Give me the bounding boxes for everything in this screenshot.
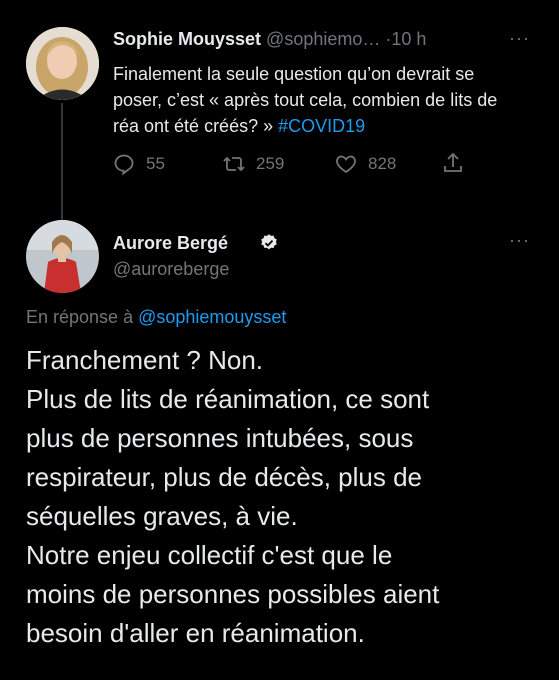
share-icon (444, 152, 462, 172)
reply-icon (114, 154, 134, 176)
hashtag-link[interactable]: #COVID19 (278, 116, 365, 136)
main-tweet[interactable]: Aurore Bergé @auroreberge ··· En réponse… (0, 200, 559, 680)
author-handle[interactable]: @auroreberge (113, 258, 229, 280)
tweet-text: Finalement la seule question qu’on devra… (113, 61, 525, 139)
tweet-line: Franchement ? Non. (26, 345, 264, 375)
reply-context: En réponse à @sophiemouysset (26, 306, 286, 328)
tweet-line: moins de personnes possibles aient (26, 579, 440, 609)
verified-badge-icon (259, 233, 279, 253)
tweet-text: Franchement ? Non. Plus de lits de réani… (26, 341, 546, 653)
avatar-sophie[interactable] (26, 27, 99, 100)
more-icon[interactable]: ··· (509, 230, 530, 251)
parent-tweet[interactable]: Sophie Mouysset @sophiemo… ·10 h ··· Fin… (0, 0, 559, 222)
tweet-line: séquelles graves, à vie. (26, 501, 298, 531)
author-name[interactable]: Aurore Bergé (113, 232, 228, 254)
action-like[interactable]: 828 (334, 152, 396, 176)
avatar-image (26, 27, 99, 100)
action-reply[interactable]: 55 (112, 152, 165, 176)
tweet-line: plus de personnes intubées, sous (26, 423, 414, 453)
avatar-image (26, 220, 99, 293)
action-retweet[interactable]: 259 (222, 152, 284, 176)
timestamp[interactable]: 10 h (391, 29, 426, 49)
tweet-line: besoin d'aller en réanimation. (26, 618, 365, 648)
like-icon (336, 155, 356, 174)
tweet-line: Notre enjeu collectif c'est que le (26, 540, 393, 570)
tweet-line: Plus de lits de réanimation, ce sont (26, 384, 430, 414)
like-count: 828 (368, 154, 397, 173)
avatar-aurore[interactable] (26, 220, 99, 293)
mention-link[interactable]: @sophiemouysset (138, 307, 286, 327)
more-icon[interactable]: ··· (509, 28, 530, 49)
reply-count: 55 (146, 154, 165, 173)
retweet-icon (223, 156, 245, 172)
retweet-count: 259 (256, 154, 285, 173)
author-name[interactable]: Sophie Mouysset (113, 29, 261, 49)
reply-prefix: En réponse à (26, 307, 139, 327)
author-handle[interactable]: @sophiemo… (266, 29, 380, 49)
action-share[interactable] (441, 151, 465, 175)
tweet-line: respirateur, plus de décès, plus de (26, 462, 423, 492)
